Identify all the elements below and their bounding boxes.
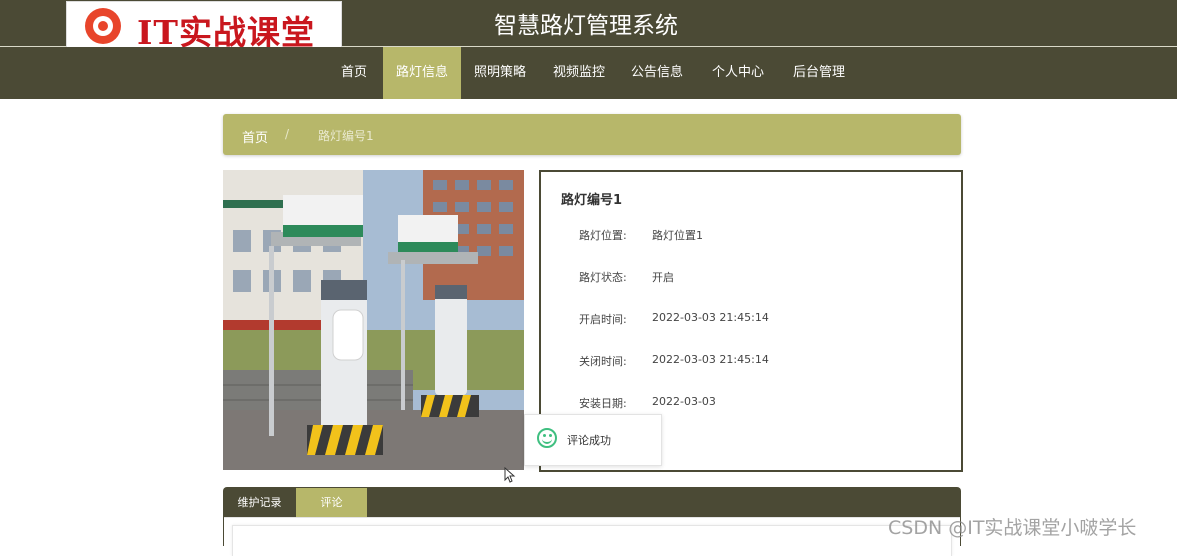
tab-content	[224, 517, 960, 556]
nav-item-personal-center[interactable]: 个人中心	[699, 47, 777, 99]
breadcrumb-home-link[interactable]: 首页	[242, 127, 268, 146]
site-logo[interactable]: IT实战课堂	[66, 1, 342, 52]
breadcrumb-current: 路灯编号1	[318, 129, 374, 143]
field-label-status: 路灯状态:	[579, 271, 627, 284]
field-value-install-date: 2022-03-03	[652, 395, 716, 408]
field-label-off-time: 关闭时间:	[579, 355, 627, 368]
nav-item-video-monitor[interactable]: 视频监控	[541, 47, 617, 99]
mouse-cursor-icon	[504, 466, 516, 487]
main-nav: 首页 路灯信息 照明策略 视频监控 公告信息 个人中心 后台管理	[0, 47, 1177, 99]
breadcrumb: 首页 / 路灯编号1	[223, 114, 961, 155]
streetlight-photo	[223, 170, 524, 470]
tab-comments[interactable]: 评论	[296, 488, 367, 517]
comment-box	[232, 525, 952, 556]
field-label-install-date: 安装日期:	[579, 397, 627, 410]
site-title: 智慧路灯管理系统	[494, 13, 678, 39]
field-value-off-time: 2022-03-03 21:45:14	[652, 353, 769, 366]
tab-maintenance-records[interactable]: 维护记录	[223, 488, 296, 517]
nav-item-lighting-strategy[interactable]: 照明策略	[463, 47, 537, 99]
tab-panel: 维护记录 评论	[223, 487, 961, 556]
breadcrumb-separator: /	[285, 127, 290, 141]
logo-circle-icon	[85, 8, 121, 44]
field-value-status: 开启	[652, 271, 674, 284]
field-value-location: 路灯位置1	[652, 229, 703, 242]
nav-item-admin[interactable]: 后台管理	[781, 47, 857, 99]
nav-item-streetlight-info[interactable]: 路灯信息	[383, 47, 461, 99]
watermark: CSDN @IT实战课堂小啵学长	[888, 517, 1137, 539]
nav-item-announcements[interactable]: 公告信息	[619, 47, 695, 99]
field-label-location: 路灯位置:	[579, 229, 627, 242]
nav-item-home[interactable]: 首页	[327, 47, 381, 99]
field-label-on-time: 开启时间:	[579, 313, 627, 326]
success-toast: 评论成功	[524, 414, 662, 466]
field-value-on-time: 2022-03-03 21:45:14	[652, 311, 769, 324]
detail-title: 路灯编号1	[561, 193, 623, 208]
toast-message: 评论成功	[567, 434, 611, 447]
